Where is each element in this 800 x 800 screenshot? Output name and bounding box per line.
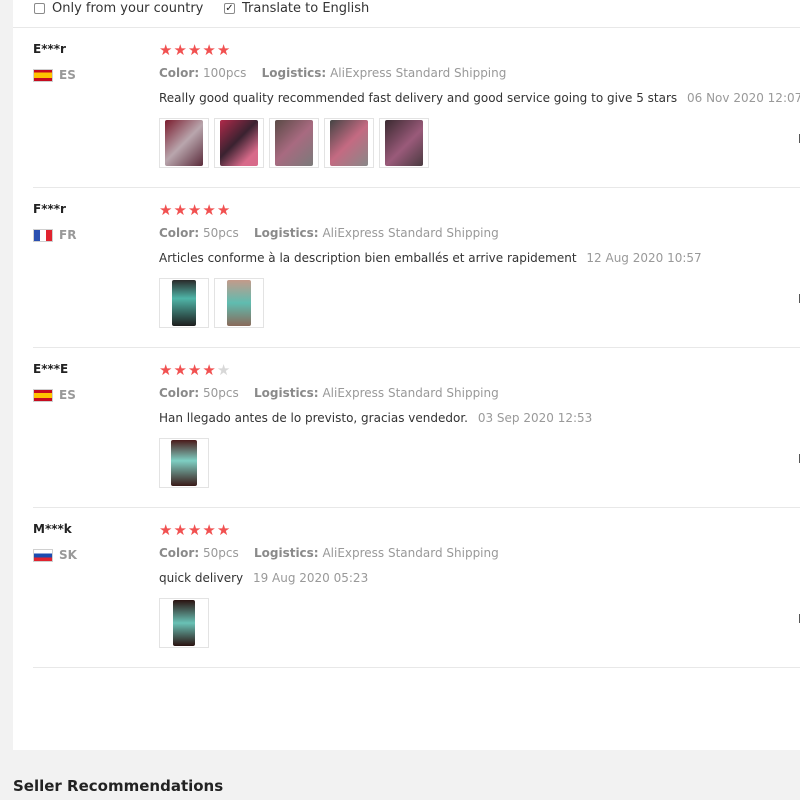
reviewer-name: F***r [33, 202, 66, 216]
star-rating: ★★★★★ [159, 202, 231, 218]
review-photo[interactable] [214, 278, 264, 328]
review-text: quick delivery 19 Aug 2020 05:23 [159, 571, 368, 585]
only-country-label: Only from your country [52, 1, 204, 16]
slovakia-flag-icon [33, 548, 53, 562]
logistics-label: Logistics: [253, 226, 319, 240]
translate-filter[interactable]: ✓ Translate to English [224, 1, 369, 16]
color-label: Color: [159, 386, 200, 400]
country-code: ES [59, 68, 76, 82]
country-code: ES [59, 388, 76, 402]
color-label: Color: [159, 66, 200, 80]
star-icon: ★ [202, 41, 217, 59]
color-value: 100pcs [202, 66, 247, 80]
logistics-value: AliExpress Standard Shipping [322, 546, 499, 560]
review-photos [159, 598, 209, 648]
review-photos [159, 118, 429, 168]
star-icon: ★ [216, 41, 232, 59]
star-icon: ★ [173, 521, 188, 539]
star-icon: ★ [202, 521, 217, 539]
only-country-filter[interactable]: Only from your country [34, 1, 203, 16]
spain-flag-icon [33, 68, 53, 82]
color-value: 50pcs [202, 226, 239, 240]
color-value: 50pcs [202, 546, 239, 560]
star-icon: ★ [216, 201, 232, 219]
star-icon: ★ [173, 41, 188, 59]
country-code: SK [59, 548, 77, 562]
checkbox-checked-icon[interactable]: ✓ [224, 3, 235, 14]
order-info: Color: 50pcs Logistics: AliExpress Stand… [159, 226, 499, 240]
color-label: Color: [159, 226, 200, 240]
order-info: Color: 100pcs Logistics: AliExpress Stan… [159, 66, 506, 80]
section-title: Seller Recommendations [13, 777, 224, 795]
logistics-value: AliExpress Standard Shipping [322, 226, 499, 240]
star-icon: ★ [216, 521, 232, 539]
review-item: M***k SK ★★★★★ Color: 50pcs Logistics: A… [33, 508, 800, 668]
star-icon: ★ [159, 521, 174, 539]
reviewer-country: FR [33, 228, 76, 242]
star-icon: ★ [187, 201, 203, 219]
color-value: 50pcs [202, 386, 239, 400]
review-date: 06 Nov 2020 12:07 [687, 91, 800, 105]
star-icon: ★ [187, 41, 203, 59]
review-photo[interactable] [214, 118, 264, 168]
logistics-label: Logistics: [253, 546, 319, 560]
review-body: quick delivery [159, 571, 244, 585]
review-photo[interactable] [159, 438, 209, 488]
star-icon: ★ [202, 361, 217, 379]
reviewer-country: ES [33, 68, 76, 82]
review-date: 19 Aug 2020 05:23 [252, 571, 369, 585]
reviewer-country: SK [33, 548, 77, 562]
review-item: E***r ES ★★★★★ Color: 100pcs Logistics: … [33, 28, 800, 188]
star-icon: ★ [159, 201, 174, 219]
star-icon: ★ [202, 201, 217, 219]
order-info: Color: 50pcs Logistics: AliExpress Stand… [159, 386, 499, 400]
review-item: F***r FR ★★★★★ Color: 50pcs Logistics: A… [33, 188, 800, 348]
review-body: Really good quality recommended fast del… [159, 91, 678, 105]
review-photo[interactable] [324, 118, 374, 168]
star-empty-icon: ★ [216, 361, 232, 379]
star-icon: ★ [187, 521, 203, 539]
reviewer-name: E***E [33, 362, 69, 376]
translate-label: Translate to English [242, 1, 370, 16]
review-photo[interactable] [159, 278, 209, 328]
checkbox-icon[interactable] [34, 3, 45, 14]
reviewer-name: E***r [33, 42, 66, 56]
star-icon: ★ [159, 41, 174, 59]
country-code: FR [59, 228, 77, 242]
reviewer-country: ES [33, 388, 76, 402]
star-rating: ★★★★★ [159, 42, 231, 58]
france-flag-icon [33, 228, 53, 242]
review-photos [159, 278, 264, 328]
spain-flag-icon [33, 388, 53, 402]
review-date: 03 Sep 2020 12:53 [477, 411, 593, 425]
review-text: Han llegado antes de lo previsto, gracia… [159, 411, 592, 425]
review-text: Really good quality recommended fast del… [159, 91, 800, 105]
logistics-value: AliExpress Standard Shipping [322, 386, 499, 400]
logistics-label: Logistics: [253, 386, 319, 400]
review-photo[interactable] [159, 598, 209, 648]
star-icon: ★ [173, 201, 188, 219]
review-date: 12 Aug 2020 10:57 [586, 251, 702, 265]
review-body: Articles conforme à la description bien … [159, 251, 577, 265]
star-rating: ★★★★★ [159, 522, 231, 538]
color-label: Color: [159, 546, 200, 560]
logistics-label: Logistics: [261, 66, 327, 80]
star-rating: ★★★★★ [159, 362, 231, 378]
star-icon: ★ [187, 361, 203, 379]
review-item: E***E ES ★★★★★ Color: 50pcs Logistics: A… [33, 348, 800, 508]
order-info: Color: 50pcs Logistics: AliExpress Stand… [159, 546, 499, 560]
review-body: Han llegado antes de lo previsto, gracia… [159, 411, 468, 425]
review-text: Articles conforme à la description bien … [159, 251, 702, 265]
feedback-panel: Only from your country ✓ Translate to En… [13, 0, 800, 750]
review-photo[interactable] [159, 118, 209, 168]
star-icon: ★ [173, 361, 188, 379]
reviewer-name: M***k [33, 522, 72, 536]
review-photo[interactable] [379, 118, 429, 168]
logistics-value: AliExpress Standard Shipping [330, 66, 507, 80]
review-photo[interactable] [269, 118, 319, 168]
filter-bar: Only from your country ✓ Translate to En… [13, 0, 800, 28]
star-icon: ★ [159, 361, 174, 379]
review-photos [159, 438, 209, 488]
